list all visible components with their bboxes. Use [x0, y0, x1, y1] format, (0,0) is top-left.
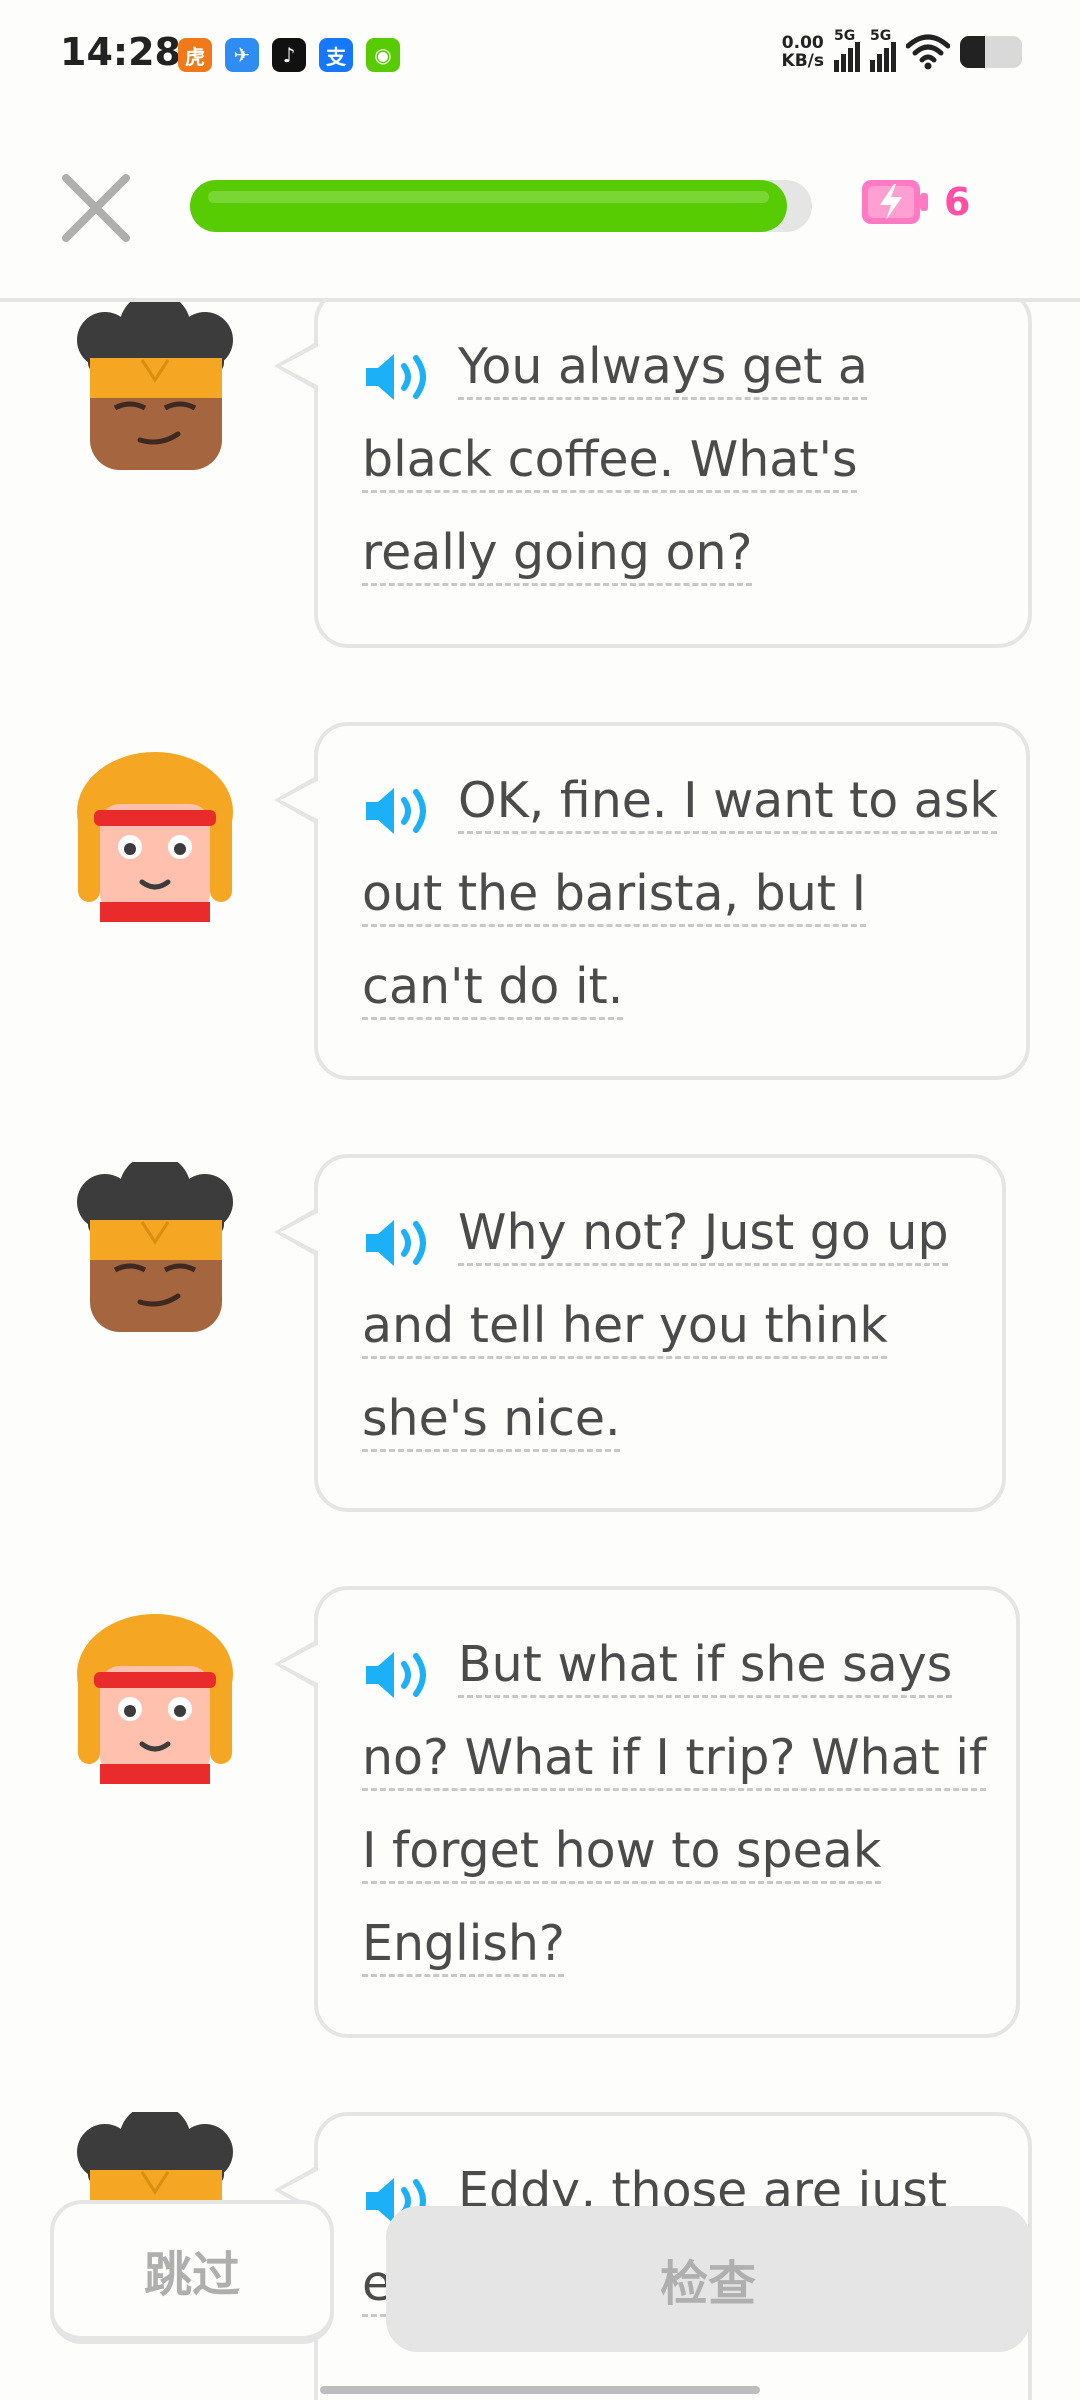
speaker-icon: [366, 353, 426, 400]
check-button[interactable]: 检查: [386, 2206, 1030, 2352]
speaker-button[interactable]: [362, 1214, 436, 1276]
conversation-list: You always get a black coffee. What's re…: [0, 302, 1080, 2400]
message-text[interactable]: Why not? Just go up and tell her you thi…: [362, 1204, 949, 1447]
lesson-progress-bar: [190, 180, 812, 232]
character-avatar-partner: [70, 1154, 240, 1342]
signal-5g-icon-2: 5G: [870, 28, 896, 72]
message-text[interactable]: You always get a black coffee. What's re…: [362, 338, 868, 581]
speaker-button[interactable]: [362, 348, 436, 410]
signal-5g-icon: 5G: [834, 28, 860, 72]
speaker-icon: [366, 1219, 426, 1266]
lesson-header: 6: [0, 150, 1080, 300]
message-text[interactable]: OK, fine. I want to ask out the barista,…: [362, 772, 998, 1015]
battery-icon: [960, 36, 1022, 68]
network-speed: 0.00 KB/s: [781, 33, 824, 71]
speech-bubble: Why not? Just go up and tell her you thi…: [274, 1154, 1006, 1512]
speaker-button[interactable]: [362, 1646, 436, 1708]
status-bar: 14:28 虎 ✈ ♪ 支 ◉ 0.00 KB/s 5G 5G: [0, 0, 1080, 110]
tiger-app-icon: 虎: [178, 38, 212, 72]
status-indicators: 0.00 KB/s 5G 5G: [781, 28, 1022, 72]
energy-count: 6: [944, 180, 971, 224]
speech-bubble: You always get a black coffee. What's re…: [274, 302, 1032, 648]
paper-plane-app-icon: ✈: [225, 38, 259, 72]
character-avatar-eddy: [70, 742, 240, 922]
wifi-icon: [906, 34, 950, 70]
speaker-button[interactable]: [362, 782, 436, 844]
duolingo-app-icon: ◉: [366, 38, 400, 72]
speech-bubble: But what if she says no? What if I trip?…: [274, 1586, 1020, 2038]
skip-button[interactable]: 跳过: [50, 2200, 334, 2344]
close-button[interactable]: [56, 168, 136, 248]
alipay-app-icon: 支: [319, 38, 353, 72]
energy-battery-icon: [862, 180, 928, 224]
character-avatar-partner: [70, 302, 240, 480]
speaker-icon: [366, 787, 426, 834]
close-icon: [62, 174, 130, 242]
home-indicator: [320, 2386, 760, 2394]
character-avatar-eddy: [70, 1604, 240, 1784]
notification-app-icons: 虎 ✈ ♪ 支 ◉: [178, 38, 400, 72]
message-text[interactable]: But what if she says no? What if I trip?…: [362, 1636, 986, 1972]
lesson-progress-fill: [190, 180, 788, 232]
speaker-icon: [366, 1651, 426, 1698]
energy-counter[interactable]: 6: [860, 178, 970, 226]
speech-bubble: OK, fine. I want to ask out the barista,…: [274, 722, 1030, 1080]
tiktok-app-icon: ♪: [272, 38, 306, 72]
status-time: 14:28: [60, 30, 181, 74]
